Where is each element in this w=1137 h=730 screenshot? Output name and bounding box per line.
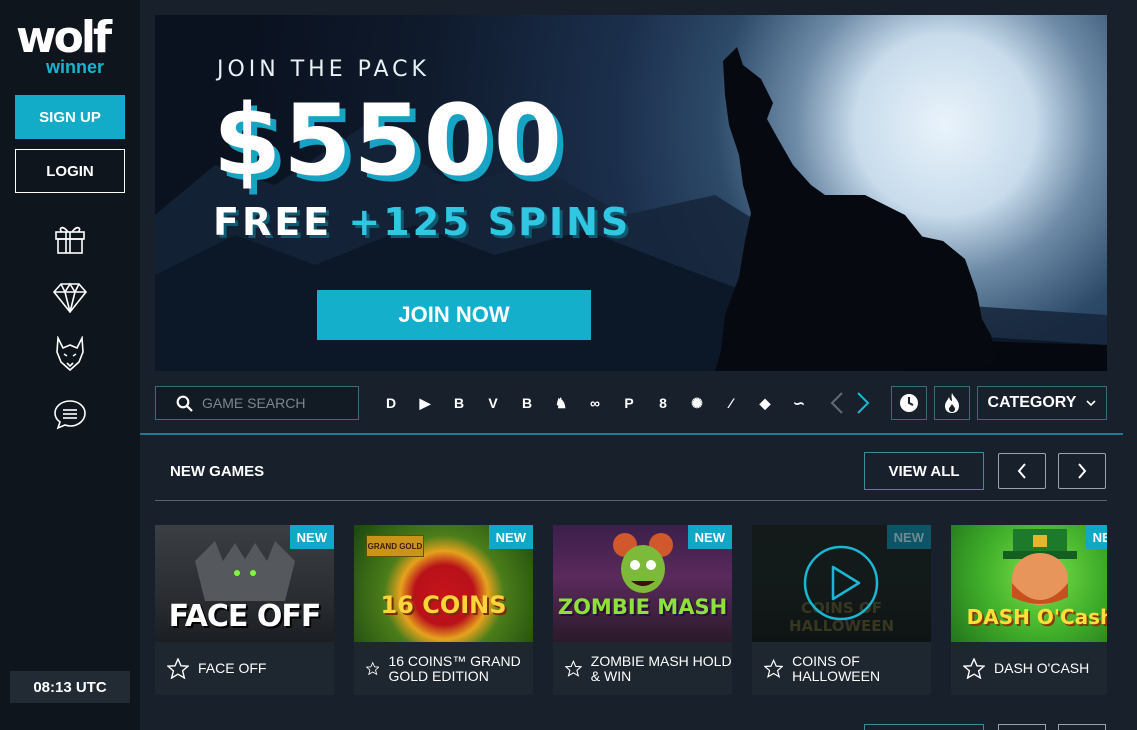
carousel-next-button[interactable] — [1058, 453, 1106, 489]
banner-free-spins: FREE +125 SPINS — [213, 200, 631, 244]
diamond-icon[interactable] — [50, 278, 90, 318]
promo-banner[interactable]: JOIN THE PACK $5500 FREE +125 SPINS JOIN… — [155, 15, 1107, 371]
filter-bar-divider — [140, 433, 1123, 435]
game-art-title: ZOMBIE MASH — [557, 595, 728, 619]
zombie-illustration — [613, 533, 673, 593]
logo-text-wolf: wolf — [16, 12, 112, 63]
sidebar: wolf winner SIGN UP LOGIN 08:13 UTC — [0, 0, 140, 730]
favorite-star-icon[interactable] — [963, 658, 985, 679]
banner-kicker: JOIN THE PACK — [217, 57, 430, 82]
favorite-star-icon[interactable] — [764, 658, 784, 679]
new-badge: NEW — [687, 525, 732, 549]
game-title[interactable]: 16 COINS™ GRAND GOLD EDITION — [388, 653, 533, 684]
game-card-footer: 16 COINS™ GRAND GOLD EDITION — [354, 642, 533, 695]
utc-clock: 08:13 UTC — [10, 671, 130, 703]
provider-logo[interactable]: ∞ — [578, 388, 612, 418]
provider-filter-list: D ▶ B V B ♞ ∞ P 8 ✺ ⁄ ◆ ∽ — [374, 388, 816, 418]
wolf-winner-logo[interactable]: wolf winner — [16, 16, 126, 78]
game-card-footer: DASH O'CASH — [951, 642, 1107, 695]
provider-logo[interactable]: ✺ — [680, 388, 714, 418]
category-dropdown[interactable]: CATEGORY — [977, 386, 1107, 420]
provider-logo[interactable]: P — [612, 388, 646, 418]
provider-logo[interactable]: ♞ — [544, 388, 578, 418]
wolf-head-icon[interactable] — [50, 334, 90, 374]
provider-logo[interactable]: 8 — [646, 388, 680, 418]
new-badge: NEW — [886, 525, 931, 549]
provider-logo[interactable]: D — [374, 388, 408, 418]
game-art-title: DASH O'Cash — [966, 605, 1107, 629]
game-card[interactable]: FACE OFF NEW FACE OFF — [155, 525, 334, 695]
new-games-carousel: FACE OFF NEW FACE OFF GRAND GOLD 16 COIN… — [155, 525, 1107, 695]
game-art-title: FACE OFF — [168, 599, 322, 634]
favorite-star-icon[interactable] — [366, 658, 380, 679]
game-card[interactable]: GRAND GOLD 16 COINS NEW 16 COINS™ GRAND … — [354, 525, 533, 695]
game-title[interactable]: FACE OFF — [198, 661, 266, 676]
leprechaun-illustration — [1003, 529, 1077, 605]
provider-logo[interactable]: ◆ — [748, 388, 782, 418]
game-thumbnail[interactable]: ZOMBIE MASH NEW — [553, 525, 732, 642]
howling-wolf-illustration — [715, 47, 997, 371]
new-games-title: NEW GAMES — [170, 463, 265, 480]
play-icon[interactable] — [803, 545, 879, 621]
game-card-footer: COINS OF HALLOWEEN — [752, 642, 931, 695]
game-card-footer: FACE OFF — [155, 642, 334, 695]
chevron-right-icon — [1078, 463, 1087, 479]
chevron-left-icon[interactable] — [830, 391, 844, 415]
grand-gold-ribbon: GRAND GOLD — [366, 535, 424, 557]
provider-logo[interactable]: ▶ — [408, 388, 442, 418]
chevron-left-icon — [1017, 463, 1026, 479]
next-section-next-peek[interactable] — [1058, 724, 1106, 730]
provider-logo[interactable]: ∽ — [782, 388, 816, 418]
game-card[interactable]: ZOMBIE MASH NEW ZOMBIE MASH HOLD & WIN — [553, 525, 732, 695]
section-divider — [155, 500, 1107, 501]
join-now-button[interactable]: JOIN NOW — [317, 290, 591, 340]
game-title[interactable]: DASH O'CASH — [994, 661, 1089, 676]
game-search-field[interactable]: GAME SEARCH — [155, 386, 359, 420]
provider-logo[interactable]: B — [442, 388, 476, 418]
category-label: CATEGORY — [987, 394, 1077, 411]
new-badge: NEW — [289, 525, 334, 549]
clock-icon — [900, 394, 918, 412]
next-section-prev-peek[interactable] — [998, 724, 1046, 730]
provider-logo[interactable]: ⁄ — [714, 388, 748, 418]
game-card[interactable]: DASH O'Cash NEW DASH O'CASH — [951, 525, 1107, 695]
game-title[interactable]: COINS OF HALLOWEEN — [792, 653, 931, 684]
gift-icon[interactable] — [50, 218, 90, 258]
view-all-button[interactable]: VIEW ALL — [864, 452, 984, 490]
favorite-star-icon[interactable] — [565, 658, 582, 679]
game-thumbnail[interactable]: GRAND GOLD 16 COINS NEW — [354, 525, 533, 642]
favorite-star-icon[interactable] — [167, 658, 189, 679]
provider-logo[interactable]: V — [476, 388, 510, 418]
game-thumbnail[interactable]: FACE OFF NEW — [155, 525, 334, 642]
game-title[interactable]: ZOMBIE MASH HOLD & WIN — [591, 653, 732, 684]
game-thumbnail[interactable]: COINS OF HALLOWEEN NEW — [752, 525, 931, 642]
free-label: FREE — [213, 200, 333, 244]
chevron-down-icon — [1086, 399, 1097, 406]
chat-icon[interactable] — [50, 394, 90, 434]
chevron-right-icon[interactable] — [856, 391, 870, 415]
carousel-prev-button[interactable] — [998, 453, 1046, 489]
game-thumbnail[interactable]: DASH O'Cash NEW — [951, 525, 1107, 642]
recent-filter-button[interactable] — [891, 386, 927, 420]
sign-up-button[interactable]: SIGN UP — [15, 95, 125, 139]
search-icon — [176, 395, 193, 412]
flame-icon — [945, 393, 959, 413]
next-section-view-all-peek[interactable] — [864, 724, 984, 730]
spins-label: +125 SPINS — [348, 200, 632, 244]
game-card[interactable]: COINS OF HALLOWEEN NEW COINS OF HALLOWEE… — [752, 525, 931, 695]
app-root: wolf winner SIGN UP LOGIN 08:13 UTC JOIN… — [0, 0, 1137, 730]
provider-scroll-arrows — [830, 388, 870, 418]
provider-logo[interactable]: B — [510, 388, 544, 418]
game-art-title: 16 COINS — [380, 591, 507, 619]
hot-filter-button[interactable] — [934, 386, 970, 420]
new-badge: NEW — [1085, 525, 1107, 549]
banner-amount: $5500 — [213, 84, 564, 198]
login-button[interactable]: LOGIN — [15, 149, 125, 193]
logo-text-winner: winner — [46, 57, 105, 77]
search-input[interactable]: GAME SEARCH — [202, 395, 305, 411]
game-card-footer: ZOMBIE MASH HOLD & WIN — [553, 642, 732, 695]
new-badge: NEW — [488, 525, 533, 549]
